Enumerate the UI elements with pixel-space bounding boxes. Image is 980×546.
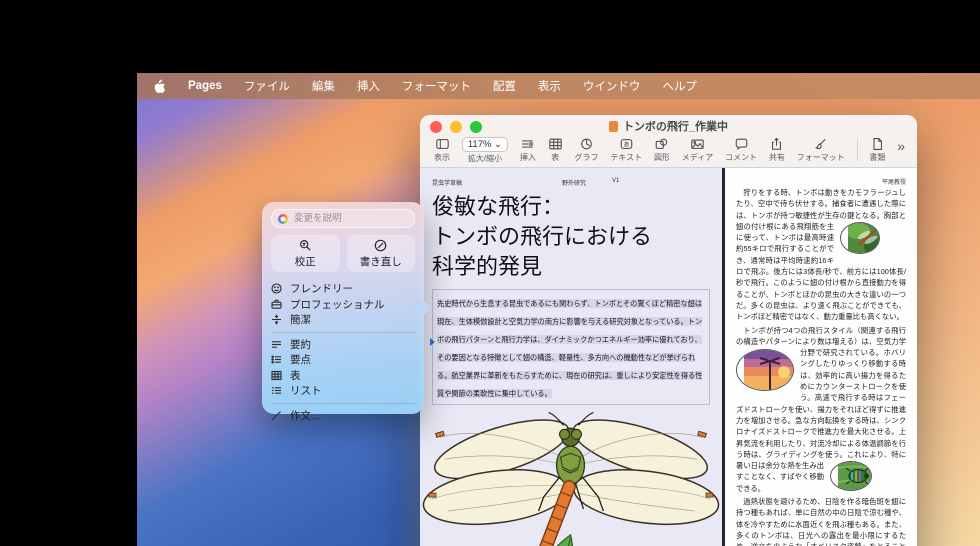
tone-professional[interactable]: プロフェッショナル xyxy=(271,297,415,313)
toolbar-separator xyxy=(857,139,858,161)
transform-list[interactable]: リスト xyxy=(271,383,415,399)
sidebar-icon xyxy=(435,137,450,151)
menu-item-window[interactable]: ウインドウ xyxy=(583,78,641,94)
toolbar: 表示 117% ⌄ 拡大/縮小 挿入 表 グラフ xyxy=(420,137,917,167)
minimize-button[interactable] xyxy=(450,121,462,133)
document-right-page[interactable]: 平尾教授 狩りをする時、トンボは動きをカモフラージュしたり、空中で待ち伏せする。… xyxy=(725,168,917,546)
zoom-value-button[interactable]: 117% ⌄ xyxy=(462,137,508,152)
title-bar: トンボの飛行_作業中 xyxy=(420,115,917,137)
paragraph-2: トンボが持つ4つの飛行スタイル（関連する飛行の構造やパターンにより数は増える）は… xyxy=(736,325,906,494)
text-button[interactable]: あ テキスト xyxy=(610,137,642,163)
apple-intelligence-icon xyxy=(278,214,288,224)
smiley-icon xyxy=(271,283,282,294)
summary-icon xyxy=(271,339,282,350)
dash-list-icon xyxy=(271,385,282,396)
textbox-icon: あ xyxy=(619,137,634,151)
document-title: 俊敏な飛行： トンボの飛行における 科学的発見 xyxy=(432,192,710,282)
concise-icon xyxy=(271,314,282,325)
dragonfly-illustration[interactable] xyxy=(420,407,722,546)
comment-icon xyxy=(734,137,749,151)
transform-summary[interactable]: 要約 xyxy=(271,337,415,353)
table-button[interactable]: 表 xyxy=(548,137,563,163)
highlighted-intro-text: 先史時代から生息する昆虫であるにも関わらず、トンボとその驚くほど精密な翅は現在、… xyxy=(437,299,702,398)
insert-icon xyxy=(520,137,535,151)
popup-divider xyxy=(271,332,415,333)
paintbrush-icon xyxy=(813,137,828,151)
menu-item-format[interactable]: フォーマット xyxy=(402,78,471,94)
chart-icon xyxy=(579,137,594,151)
transform-table[interactable]: 表 xyxy=(271,368,415,384)
title-line-1: 俊敏な飛行： xyxy=(432,192,710,222)
describe-change-field[interactable] xyxy=(271,209,415,228)
dragonfly-sunset-photo[interactable] xyxy=(736,349,794,391)
paragraph-3: 過熱状態を避けるため、日陰を作る暗色斑を翅に持つ種もあれば、単に自然の中の日陰で… xyxy=(736,496,906,546)
header-left-text: 昆虫学草稿 xyxy=(432,181,462,187)
window-title-text: トンボの飛行_作業中 xyxy=(623,118,728,134)
green-beetle-photo[interactable] xyxy=(830,461,872,491)
media-icon xyxy=(690,137,705,151)
shapes-icon xyxy=(654,137,669,151)
rewrite-button[interactable]: 書き直し xyxy=(347,235,416,272)
toolbar-overflow-button[interactable]: » xyxy=(897,137,905,153)
dragonfly-on-leaf-photo[interactable] xyxy=(840,222,880,254)
highlighted-intro-box[interactable]: 先史時代から生息する昆虫であるにも関わらず、トンボとその驚くほど精密な翅は現在、… xyxy=(432,289,710,405)
share-icon xyxy=(769,137,784,151)
apple-menu-icon[interactable] xyxy=(153,79,166,94)
svg-text:あ: あ xyxy=(623,141,629,148)
popup-divider xyxy=(271,403,415,404)
proofread-button[interactable]: 校正 xyxy=(271,235,340,272)
table-icon xyxy=(548,137,563,151)
title-line-3: 科学的発見 xyxy=(432,252,710,282)
writing-tools-popup: 校正 書き直し フレンドリー プロフェッショナル 簡潔 xyxy=(262,202,424,414)
briefcase-icon xyxy=(271,299,282,310)
chart-button[interactable]: グラフ xyxy=(575,137,599,163)
compose-item[interactable]: 作文... xyxy=(271,408,415,424)
selection-marker xyxy=(430,338,435,346)
transform-key-points[interactable]: 要点 xyxy=(271,352,415,368)
document-canvas: 昆虫学草稿 野外研究 V1 俊敏な飛行： トンボの飛行における 科学的発見 先史… xyxy=(420,168,917,546)
comment-button[interactable]: コメント xyxy=(725,137,757,163)
bullet-list-icon xyxy=(271,354,282,365)
menu-item-file[interactable]: ファイル xyxy=(244,78,290,94)
right-page-header: 平尾教授 xyxy=(736,177,906,187)
paragraph-1: 狩りをする時、トンボは動きをカモフラージュしたり、空中で待ち伏せする。捕食者に遭… xyxy=(736,187,906,323)
left-page-header: 昆虫学草稿 野外研究 V1 xyxy=(432,178,710,188)
insert-button[interactable]: 挿入 xyxy=(520,137,536,163)
rewrite-pencil-icon xyxy=(374,239,387,252)
format-button[interactable]: フォーマット xyxy=(797,137,845,163)
shape-button[interactable]: 図形 xyxy=(654,137,670,163)
pages-document-icon xyxy=(609,121,618,132)
header-version-text: V1 xyxy=(612,178,619,184)
menu-item-view[interactable]: 表示 xyxy=(538,78,561,94)
table-grid-icon xyxy=(271,370,282,381)
zoom-window-button[interactable] xyxy=(470,121,482,133)
menu-item-insert[interactable]: 挿入 xyxy=(357,78,380,94)
share-button[interactable]: 共有 xyxy=(769,137,785,163)
view-button[interactable]: 表示 xyxy=(434,137,450,163)
menu-item-edit[interactable]: 編集 xyxy=(312,78,335,94)
menu-item-arrange[interactable]: 配置 xyxy=(493,78,516,94)
media-button[interactable]: メディア xyxy=(682,137,713,163)
menu-item-help[interactable]: ヘルプ xyxy=(662,78,697,94)
document-icon xyxy=(870,137,885,151)
title-line-2: トンボの飛行における xyxy=(432,222,710,252)
compose-pencil-icon xyxy=(271,410,282,421)
pages-window: トンボの飛行_作業中 表示 117% ⌄ 拡大/縮小 挿入 表 xyxy=(420,115,917,546)
header-center-text: 野外研究 xyxy=(562,178,586,187)
menu-app-name[interactable]: Pages xyxy=(188,80,222,92)
document-left-page[interactable]: 昆虫学草稿 野外研究 V1 俊敏な飛行： トンボの飛行における 科学的発見 先史… xyxy=(420,168,722,546)
document-button[interactable]: 書類 xyxy=(869,137,885,163)
window-header: トンボの飛行_作業中 表示 117% ⌄ 拡大/縮小 挿入 表 xyxy=(420,115,917,168)
describe-change-input[interactable] xyxy=(292,212,408,225)
tone-concise[interactable]: 簡潔 xyxy=(271,312,415,328)
menu-bar: Pages ファイル 編集 挿入 フォーマット 配置 表示 ウインドウ ヘルプ xyxy=(137,73,980,99)
magnifier-icon xyxy=(299,239,312,252)
desktop: Pages ファイル 編集 挿入 フォーマット 配置 表示 ウインドウ ヘルプ … xyxy=(137,73,980,546)
close-button[interactable] xyxy=(430,121,442,133)
zoom-control[interactable]: 117% ⌄ 拡大/縮小 xyxy=(462,137,508,164)
window-title: トンボの飛行_作業中 xyxy=(609,118,728,134)
tone-friendly[interactable]: フレンドリー xyxy=(271,281,415,297)
